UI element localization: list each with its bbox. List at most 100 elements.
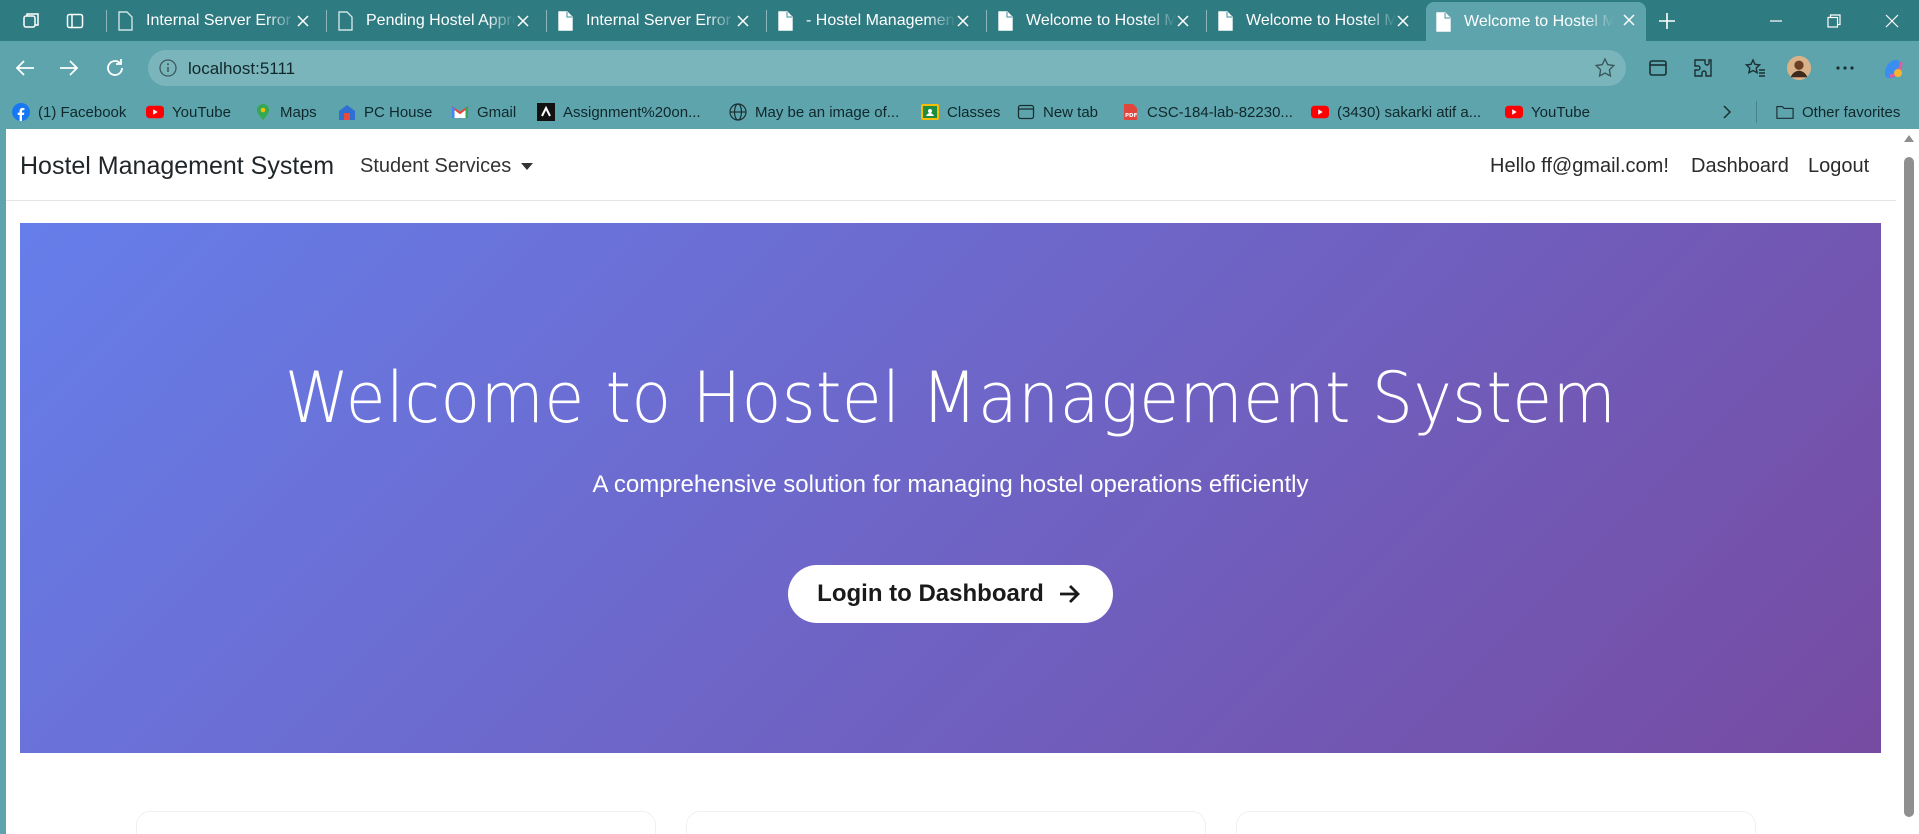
scroll-thumb[interactable] [1904, 157, 1914, 817]
youtube-icon [1505, 103, 1523, 121]
favorite-star-icon[interactable] [1594, 57, 1616, 79]
close-tab-icon[interactable] [1394, 12, 1412, 30]
bookmark-label: New tab [1043, 103, 1099, 121]
page-icon [778, 11, 793, 31]
forward-icon[interactable] [54, 53, 84, 83]
bookmark-label: Maps [280, 103, 317, 121]
browser-tab[interactable]: - Hostel Management System [768, 3, 980, 39]
tab-actions-icon[interactable] [62, 8, 88, 34]
bookmark-label: YouTube [1531, 103, 1590, 121]
page-scrollbar[interactable] [1899, 129, 1919, 834]
copilot-icon[interactable] [1880, 55, 1906, 81]
browser-tab[interactable]: Welcome to Hostel Management System [1208, 3, 1420, 39]
refresh-icon[interactable] [100, 53, 130, 83]
bookmark-gmail[interactable]: Gmail [451, 99, 516, 125]
site-info-icon[interactable] [158, 58, 178, 78]
bookmark-label: Classes [947, 103, 1001, 121]
facebook-icon [12, 103, 30, 121]
hero-subtitle: A comprehensive solution for managing ho… [592, 471, 1309, 498]
avatar[interactable] [1786, 55, 1812, 81]
bookmark-label: Gmail [477, 103, 517, 121]
hero-title: Welcome to Hostel Management System [284, 357, 1617, 439]
globe-icon [729, 103, 747, 121]
login-dashboard-button[interactable]: Login to Dashboard [788, 565, 1113, 623]
browser-tab[interactable]: Welcome to Hostel Management System [988, 3, 1200, 39]
bookmark-new-tab[interactable]: New tab [1017, 99, 1098, 125]
extensions-icon[interactable] [1690, 55, 1716, 81]
site-navbar: Hostel Management System Student Service… [6, 129, 1896, 201]
page-icon [998, 11, 1013, 31]
close-tab-icon[interactable] [734, 12, 752, 30]
bookmark-label: May be an image of... [755, 103, 900, 121]
arrow-right-icon [1058, 583, 1084, 605]
tab-title: Pending Hostel Approvals [366, 12, 516, 29]
caret-down-icon [521, 163, 534, 170]
tab-title: Welcome to Hostel Management System [1464, 12, 1614, 30]
bookmark-label: (1) Facebook [38, 103, 127, 121]
dashboard-link[interactable]: Dashboard [1691, 155, 1789, 178]
maps-icon [254, 103, 272, 121]
other-favorites-label: Other favorites [1802, 103, 1901, 121]
site-brand[interactable]: Hostel Management System [20, 152, 334, 181]
bookmark-image[interactable]: May be an image of... [729, 99, 899, 125]
youtube-icon [146, 103, 164, 121]
bookmark-pc-house[interactable]: PC House [338, 99, 432, 125]
folder-icon [1776, 103, 1794, 121]
youtube-icon [1311, 103, 1329, 121]
close-tab-icon[interactable] [294, 12, 312, 30]
page-icon [1436, 11, 1451, 32]
bookmark-pdf[interactable]: PDF CSC-184-lab-82230... [1121, 99, 1293, 125]
more-options-icon[interactable] [1832, 55, 1858, 81]
page-icon [558, 11, 573, 31]
feature-card [136, 811, 656, 834]
workspaces-icon[interactable] [18, 8, 44, 34]
tab-title: Welcome to Hostel Management System [1246, 12, 1396, 29]
browser-tab[interactable]: Pending Hostel Approvals [328, 3, 540, 39]
browser-tab[interactable]: Internal Server Error [108, 3, 320, 39]
bookmark-facebook[interactable]: (1) Facebook [12, 99, 126, 125]
browser-tab-active[interactable]: Welcome to Hostel Management System [1426, 2, 1646, 41]
bookmark-classes[interactable]: Classes [921, 99, 1000, 125]
classroom-icon [921, 103, 939, 121]
favorites-icon[interactable] [1742, 55, 1768, 81]
bookmarks-overflow-chevron-icon[interactable] [1720, 99, 1734, 125]
page-viewport: Hostel Management System Student Service… [6, 129, 1919, 834]
page-icon [1218, 11, 1233, 31]
close-tab-icon[interactable] [1620, 11, 1638, 29]
bookmark-maps[interactable]: Maps [254, 99, 317, 125]
user-greeting[interactable]: Hello ff@gmail.com! [1490, 155, 1669, 178]
close-window-icon[interactable] [1869, 6, 1915, 36]
bookmark-youtube-video[interactable]: (3430) sakarki atif a... [1311, 99, 1481, 125]
close-tab-icon[interactable] [1174, 12, 1192, 30]
url-text[interactable]: localhost:5111 [188, 59, 295, 79]
bookmark-label: PC House [364, 103, 433, 121]
page-icon [118, 11, 133, 31]
bookmark-assignment[interactable]: Assignment%20on... [537, 99, 701, 125]
feature-card [1236, 811, 1756, 834]
restore-icon[interactable] [1811, 6, 1857, 36]
pdf-icon: PDF [1121, 103, 1139, 121]
bookmark-label: CSC-184-lab-82230... [1147, 103, 1293, 121]
minimize-icon[interactable] [1753, 6, 1799, 36]
bookmark-label: Assignment%20on... [563, 103, 701, 121]
scroll-up-arrow-icon[interactable] [1904, 135, 1914, 142]
close-tab-icon[interactable] [514, 12, 532, 30]
back-icon[interactable] [10, 53, 40, 83]
browser-tab[interactable]: Internal Server Error [548, 3, 760, 39]
tab-title: Welcome to Hostel Management System [1026, 12, 1176, 29]
bookmark-youtube-2[interactable]: YouTube [1505, 99, 1590, 125]
pc-house-icon [338, 103, 356, 121]
media-icon[interactable] [1645, 55, 1671, 81]
new-tab-plus-icon[interactable] [1654, 8, 1680, 34]
bookmark-youtube[interactable]: YouTube [146, 99, 231, 125]
bookmark-label: (3430) sakarki atif a... [1337, 103, 1482, 121]
close-tab-icon[interactable] [954, 12, 972, 30]
bookmark-label: YouTube [172, 103, 231, 121]
browser-toolbar: localhost:5111 [0, 41, 1919, 95]
student-services-dropdown[interactable]: Student Services [360, 155, 534, 178]
logout-link[interactable]: Logout [1808, 155, 1869, 178]
address-bar[interactable]: localhost:5111 [148, 50, 1626, 86]
other-favorites[interactable]: Other favorites [1776, 99, 1900, 125]
svg-text:PDF: PDF [1125, 113, 1138, 119]
page-icon [338, 11, 353, 31]
